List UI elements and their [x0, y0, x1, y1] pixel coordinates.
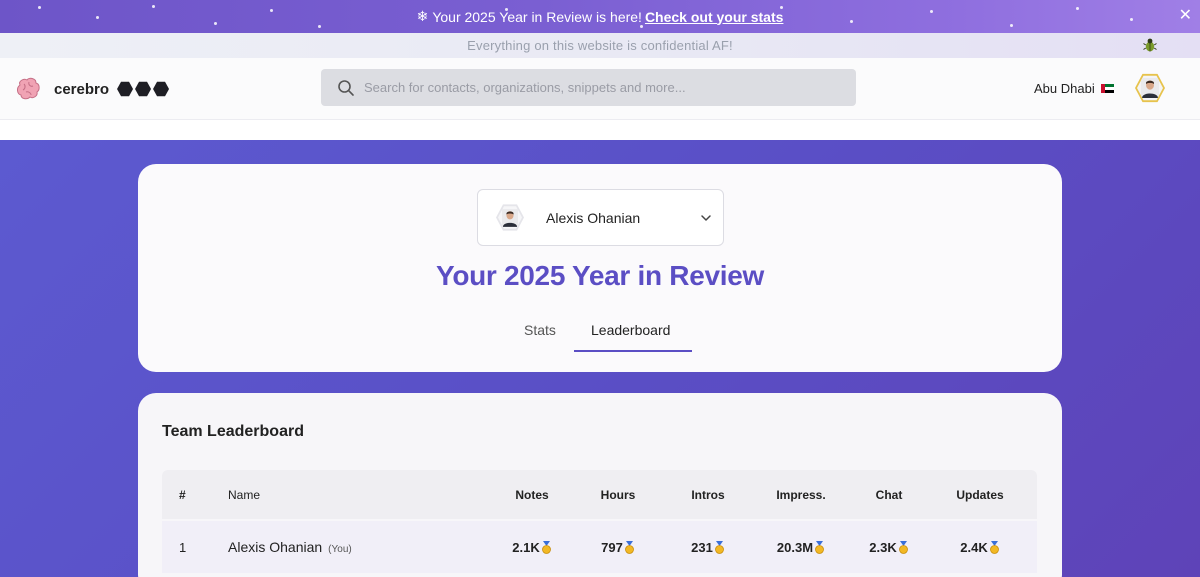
- hours-value: 797: [601, 540, 623, 555]
- you-badge: (You): [328, 544, 352, 555]
- row-chat: 2.3K: [863, 540, 915, 555]
- impressions-value: 20.3M: [776, 540, 814, 555]
- column-header-rank: #: [179, 488, 186, 502]
- row-name: Alexis Ohanian (You): [228, 539, 352, 555]
- gold-medal-icon: [898, 541, 908, 554]
- column-header-name: Name: [228, 488, 261, 502]
- row-updates: 2.4K: [950, 540, 1010, 555]
- sparkle: [930, 10, 933, 13]
- column-header-chat[interactable]: Chat: [863, 488, 915, 502]
- confidential-notice: Everything on this website is confidenti…: [0, 33, 1200, 58]
- brand-logo[interactable]: cerebro: [14, 75, 170, 103]
- leaderboard-card: Team Leaderboard # Name Notes Hours Intr…: [138, 393, 1062, 577]
- leaderboard-title: Team Leaderboard: [162, 423, 304, 440]
- column-header-updates[interactable]: Updates: [950, 488, 1010, 502]
- gold-medal-icon: [989, 541, 999, 554]
- sparkle: [780, 6, 783, 9]
- notice-text: Everything on this website is confidenti…: [467, 38, 733, 53]
- updates-value: 2.4K: [960, 540, 988, 555]
- snowflake-icon: ❄: [416, 8, 429, 25]
- sparkle: [96, 16, 99, 19]
- sparkle: [270, 9, 273, 12]
- row-impressions: 20.3M: [766, 540, 836, 555]
- hexagon-icon: [153, 81, 170, 97]
- brand-name: cerebro: [54, 80, 110, 98]
- search-input[interactable]: [364, 80, 844, 95]
- sparkle: [640, 25, 643, 28]
- chevron-down-icon: [701, 215, 711, 221]
- gold-medal-icon: [815, 541, 824, 554]
- tab-stats[interactable]: Stats: [524, 322, 556, 338]
- announcement-banner: ❄ Your 2025 Year in Review is here! Chec…: [0, 0, 1200, 33]
- search-icon: [338, 79, 354, 96]
- person-avatar-icon: [502, 208, 518, 227]
- leaderboard-table: # Name Notes Hours Intros Impress. Chat …: [162, 470, 1037, 573]
- column-header-hours[interactable]: Hours: [592, 488, 644, 502]
- check-stats-link[interactable]: Check out your stats: [645, 9, 783, 25]
- main-content: Alexis Ohanian Your 2025 Year in Review …: [0, 140, 1200, 577]
- tab-leaderboard[interactable]: Leaderboard: [591, 322, 670, 338]
- close-icon[interactable]: ✕: [1179, 7, 1192, 23]
- row-notes: 2.1K: [506, 540, 558, 555]
- column-header-impressions[interactable]: Impress.: [766, 488, 836, 502]
- top-header: cerebro Abu Dhabi: [0, 58, 1200, 120]
- notes-value: 2.1K: [512, 540, 540, 555]
- hexagon-icon: [135, 81, 152, 97]
- location-label: Abu Dhabi: [1034, 81, 1095, 96]
- gold-medal-icon: [541, 541, 551, 554]
- brand-hexagons: [117, 81, 170, 97]
- sparkle: [1010, 24, 1013, 27]
- sparkle: [214, 22, 217, 25]
- person-avatar: [496, 204, 524, 231]
- sparkle: [850, 20, 853, 23]
- search-bar[interactable]: [321, 69, 856, 106]
- gold-medal-icon: [624, 541, 634, 554]
- column-header-notes[interactable]: Notes: [506, 488, 558, 502]
- header-spacer: [0, 120, 1200, 140]
- page-title: Your 2025 Year in Review: [436, 260, 764, 291]
- sparkle: [318, 25, 321, 28]
- row-rank: 1: [179, 540, 187, 555]
- row-person-name: Alexis Ohanian: [228, 539, 323, 555]
- table-header: # Name Notes Hours Intros Impress. Chat …: [162, 470, 1037, 519]
- intros-value: 231: [691, 540, 713, 555]
- uae-flag-icon: [1100, 84, 1114, 93]
- row-hours: 797: [592, 540, 644, 555]
- year-review-card: Alexis Ohanian Your 2025 Year in Review …: [138, 164, 1062, 372]
- active-tab-indicator: [574, 350, 692, 352]
- selected-person-name: Alexis Ohanian: [546, 209, 641, 226]
- sparkle: [1076, 7, 1079, 10]
- banner-message: Your 2025 Year in Review is here!: [432, 8, 642, 25]
- user-avatar[interactable]: [1135, 73, 1165, 103]
- gold-medal-icon: [714, 541, 724, 554]
- sparkle: [505, 8, 508, 11]
- brain-icon: [17, 77, 40, 100]
- person-selector-dropdown[interactable]: Alexis Ohanian: [477, 189, 724, 246]
- review-tabs: Stats Leaderboard: [138, 322, 1062, 352]
- table-row[interactable]: 1 Alexis Ohanian (You) 2.1K 797 231 20.3M…: [162, 521, 1037, 573]
- row-intros: 231: [682, 540, 734, 555]
- location-selector[interactable]: Abu Dhabi: [1034, 81, 1114, 96]
- sparkle: [1130, 18, 1133, 21]
- hexagon-icon: [117, 81, 134, 97]
- person-avatar-icon: [1141, 78, 1159, 98]
- column-header-intros[interactable]: Intros: [682, 488, 734, 502]
- chat-value: 2.3K: [869, 540, 897, 555]
- sparkle: [152, 5, 155, 8]
- sparkle: [38, 6, 41, 9]
- bug-icon[interactable]: [1142, 37, 1158, 53]
